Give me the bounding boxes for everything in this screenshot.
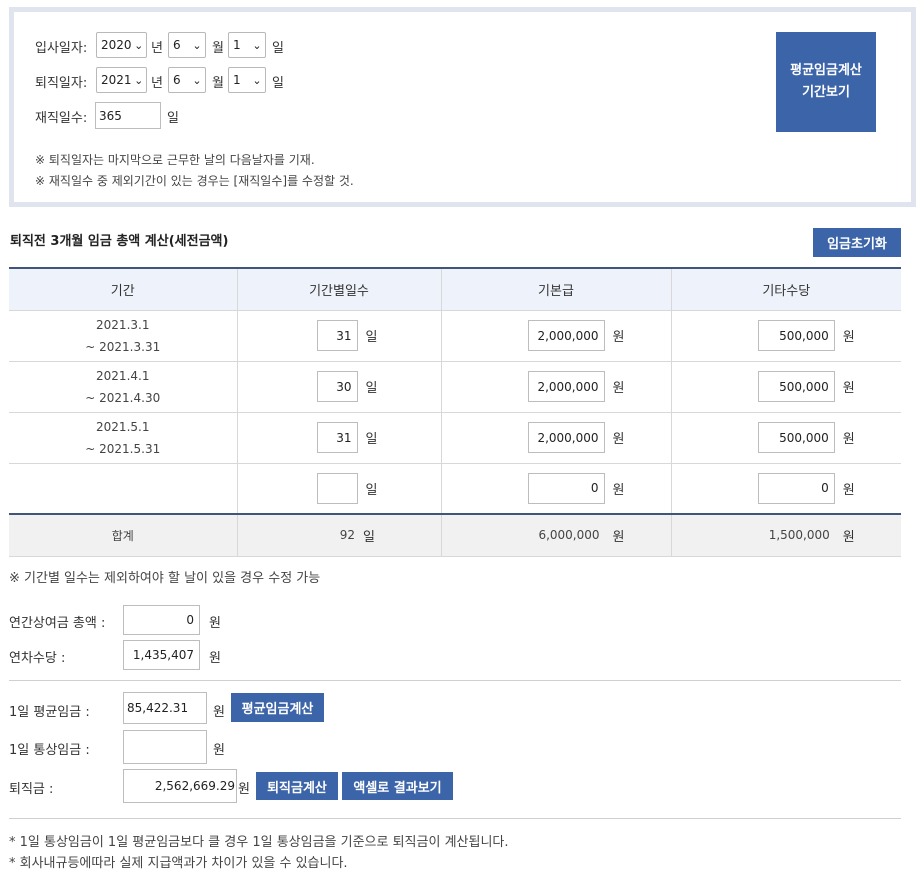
chevron-down-icon: ⌄ (134, 73, 144, 87)
bonus-label: 연간상여금 총액 : (9, 616, 106, 631)
hire-year-unit: 년 (151, 41, 163, 56)
hire-month-select[interactable]: 6 ⌄ (168, 32, 206, 58)
severance-calc-button[interactable]: 퇴직금계산 (256, 772, 338, 800)
avg-wage-label: 1일 평균임금 : (9, 705, 90, 720)
avg-wage-calc-button[interactable]: 평균임금계산 (231, 693, 324, 722)
sum-base-pay: 6,000,000 (538, 528, 600, 543)
unit-day: 일 (365, 482, 378, 498)
period-cell: 2021.4.1 ~ 2021.4.30 (9, 361, 238, 413)
unit-won: 원 (842, 381, 855, 396)
header-base-pay: 기본급 (441, 267, 672, 311)
unit-day: 일 (365, 432, 378, 447)
severance-input[interactable]: 2,562,669.29 (123, 769, 237, 803)
table-row: 2021.5.1 ~ 2021.5.31 31 일 2,000,000 원 500,0… (9, 412, 901, 464)
footnote-ordinary-wage: * 1일 통상임금이 1일 평균임금보다 클 경우 1일 통상임금을 기준으로 … (9, 835, 509, 850)
table-row: 2021.3.1 ~ 2021.3.31 31 일 2,000,000 원 500,0… (9, 310, 901, 362)
period-cell (9, 463, 238, 515)
table-sum-row: 합계 92 일 6,000,000 원 1,500,000 원 (9, 513, 901, 557)
header-other-allowance: 기타수당 (671, 267, 901, 311)
base-pay-input[interactable]: 0 (527, 472, 605, 504)
table-header-row: 기간 기간별일수 기본급 기타수당 (9, 267, 901, 311)
chevron-down-icon: ⌄ (252, 73, 262, 87)
table-note: ※ 기간별 일수는 제외하여야 할 날이 있을 경우 수정 가능 (9, 571, 321, 586)
unit-won: 원 (842, 330, 855, 345)
reset-wage-button[interactable]: 임금초기화 (813, 228, 901, 257)
unit-won: 원 (209, 651, 221, 666)
annual-leave-allowance-label: 연차수당 : (9, 651, 66, 666)
leave-date-label: 퇴직일자: (35, 76, 88, 91)
leave-year-unit: 년 (151, 76, 163, 91)
header-days: 기간별일수 (237, 267, 442, 311)
period-cell: 2021.5.1 ~ 2021.5.31 (9, 412, 238, 464)
leave-day-select[interactable]: 1 ⌄ (228, 67, 266, 93)
unit-won: 원 (238, 782, 250, 797)
bonus-input[interactable]: 0 (123, 605, 200, 635)
unit-won: 원 (213, 743, 225, 758)
wage-section-title: 퇴직전 3개월 임금 총액 계산(세전금액) (10, 234, 229, 249)
days-input[interactable]: 31 (316, 422, 358, 453)
other-allowance-input[interactable]: 500,000 (757, 422, 835, 453)
header-period: 기간 (9, 267, 238, 311)
footnote-company-rules: * 회사내규등에따라 실제 지급액과가 차이가 있을 수 있습니다. (9, 856, 348, 871)
leave-month-select[interactable]: 6 ⌄ (168, 67, 206, 93)
unit-won: 원 (209, 616, 221, 631)
unit-won: 원 (842, 529, 855, 545)
other-allowance-input[interactable]: 500,000 (757, 320, 835, 351)
period-cell: 2021.3.1 ~ 2021.3.31 (9, 310, 238, 362)
hire-year-select[interactable]: 2020 ⌄ (96, 32, 147, 58)
other-allowance-input[interactable]: 0 (757, 472, 835, 504)
base-pay-input[interactable]: 2,000,000 (527, 422, 605, 453)
annual-leave-allowance-input[interactable]: 1,435,407 (123, 640, 200, 670)
tenure-input[interactable]: 365 (95, 102, 161, 129)
base-pay-input[interactable]: 2,000,000 (527, 320, 605, 351)
days-input[interactable] (316, 472, 358, 504)
hire-day-select[interactable]: 1 ⌄ (228, 32, 266, 58)
unit-day: 일 (365, 381, 378, 396)
ordinary-wage-input[interactable] (123, 730, 207, 764)
unit-won: 원 (842, 482, 855, 498)
unit-won: 원 (612, 381, 625, 396)
leave-month-unit: 월 (212, 76, 224, 91)
sum-label: 합계 (9, 513, 238, 557)
unit-won: 원 (612, 432, 625, 447)
table-row: 일 0원 0원 (9, 463, 901, 515)
hire-day-unit: 일 (272, 41, 284, 56)
unit-won: 원 (213, 705, 225, 720)
view-period-button[interactable]: 평균임금계산 기간보기 (776, 32, 876, 132)
divider (9, 818, 901, 819)
chevron-down-icon: ⌄ (134, 38, 144, 52)
days-input[interactable]: 31 (316, 320, 358, 351)
wage-table: 기간 기간별일수 기본급 기타수당 2021.3.1 ~ 2021.3.31 31… (9, 267, 901, 557)
hire-month-unit: 월 (212, 41, 224, 56)
sum-days: 92 (339, 528, 356, 543)
unit-day: 일 (365, 330, 378, 345)
divider (9, 680, 901, 681)
unit-won: 원 (612, 529, 625, 545)
days-input[interactable]: 30 (316, 371, 358, 402)
tenure-label: 재직일수: (35, 111, 88, 126)
other-allowance-input[interactable]: 500,000 (757, 371, 835, 402)
chevron-down-icon: ⌄ (192, 73, 202, 87)
chevron-down-icon: ⌄ (192, 38, 202, 52)
unit-won: 원 (842, 432, 855, 447)
hire-date-label: 입사일자: (35, 41, 88, 56)
leave-year-select[interactable]: 2021 ⌄ (96, 67, 147, 93)
unit-won: 원 (612, 330, 625, 345)
ordinary-wage-label: 1일 통상임금 : (9, 743, 90, 758)
severance-label: 퇴직금 : (9, 782, 54, 797)
avg-wage-input[interactable]: 85,422.31 (123, 692, 207, 724)
chevron-down-icon: ⌄ (252, 38, 262, 52)
unit-day: 일 (363, 529, 375, 545)
leave-day-unit: 일 (272, 76, 284, 91)
excel-export-button[interactable]: 액셀로 결과보기 (342, 772, 453, 800)
note-tenure: ※ 재직일수 중 제외기간이 있는 경우는 [재직일수]를 수정할 것. (35, 174, 354, 188)
tenure-unit: 일 (167, 111, 179, 126)
sum-other-allowance: 1,500,000 (768, 528, 830, 543)
unit-won: 원 (612, 482, 625, 498)
note-leave-date: ※ 퇴직일자는 마지막으로 근무한 날의 다음날자를 기재. (35, 153, 315, 167)
table-row: 2021.4.1 ~ 2021.4.30 30 일 2,000,000 원 500,0… (9, 361, 901, 413)
base-pay-input[interactable]: 2,000,000 (527, 371, 605, 402)
